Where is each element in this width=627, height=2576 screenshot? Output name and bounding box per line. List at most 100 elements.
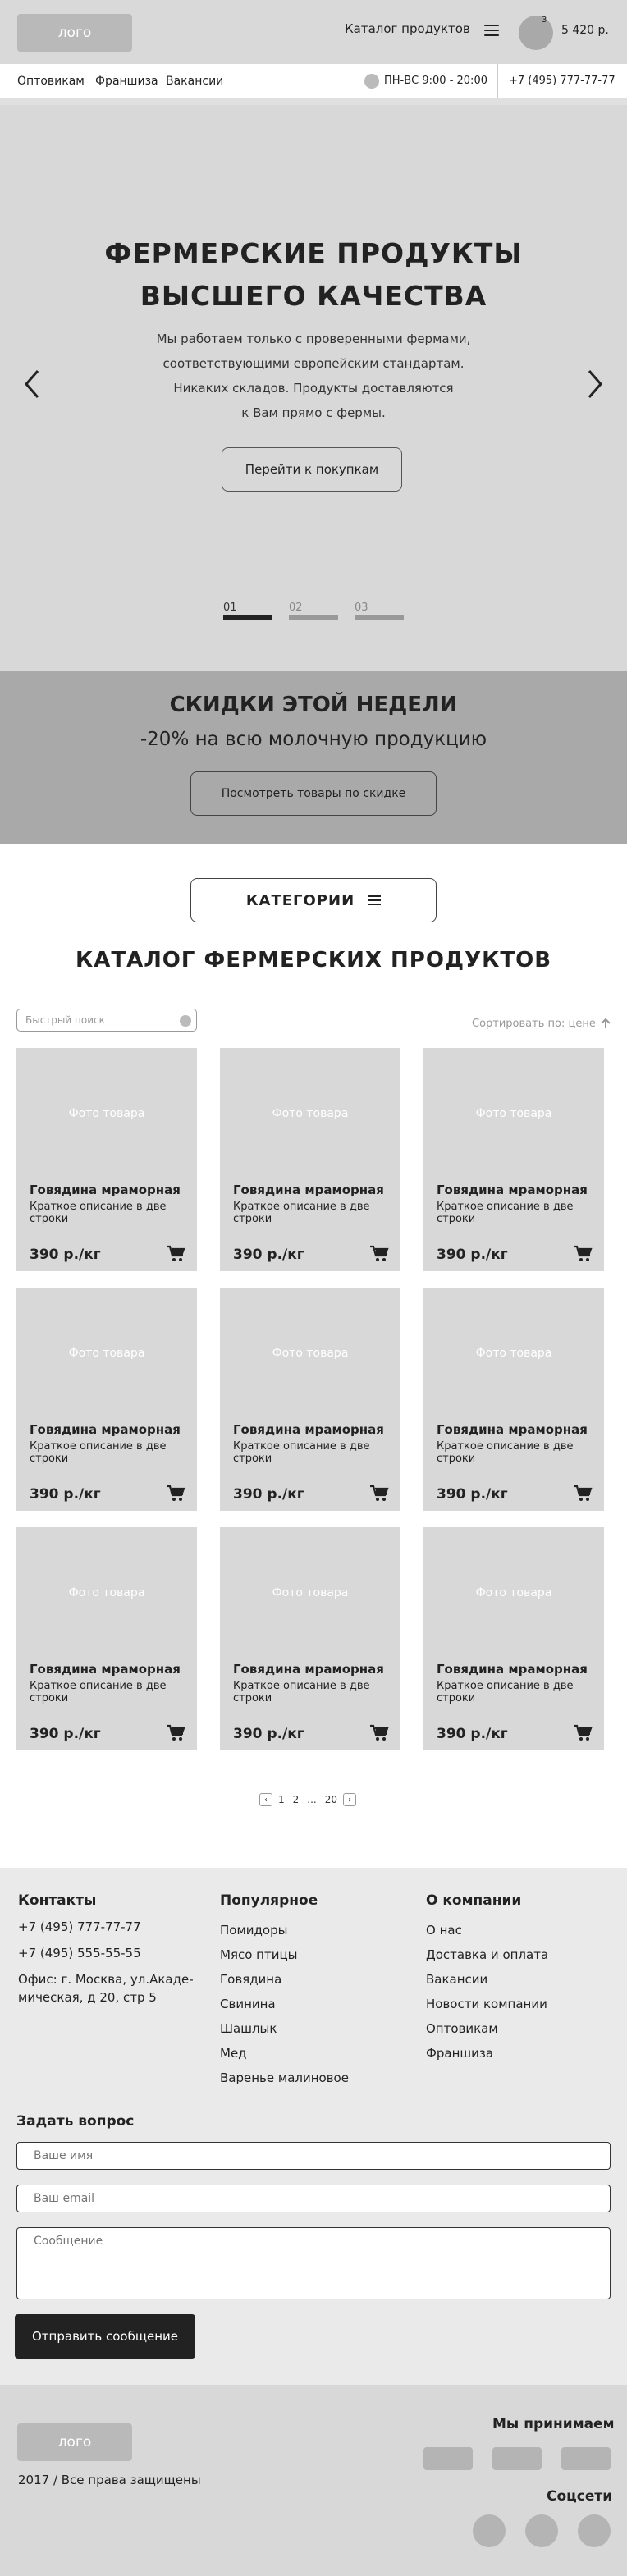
product-card[interactable]: Фото товара Говядина мраморная Краткое опи… — [220, 1048, 400, 1271]
company-link[interactable]: Новости компании — [426, 1996, 547, 2012]
categories-button[interactable]: КАТЕГОРИИ — [190, 878, 437, 922]
social-icon[interactable] — [578, 2514, 611, 2547]
product-name[interactable]: Говядина мраморная — [233, 1662, 384, 1677]
slide-number: 02 — [289, 602, 303, 614]
product-price: 390 р./кг — [233, 1247, 304, 1263]
arrow-up-icon[interactable] — [601, 1018, 611, 1029]
shop-now-button[interactable]: Перейти к покупкам — [222, 447, 402, 492]
product-card[interactable]: Фото товара Говядина мраморная Краткое опи… — [220, 1288, 400, 1511]
chevron-left-icon[interactable] — [20, 368, 44, 400]
product-name[interactable]: Говядина мраморная — [30, 1183, 181, 1197]
company-link[interactable]: Вакансии — [426, 1971, 487, 1988]
product-photo[interactable]: Фото товара — [220, 1527, 400, 1659]
chevron-right-icon[interactable] — [583, 368, 607, 400]
product-photo[interactable]: Фото товара — [220, 1048, 400, 1179]
categories-label: КАТЕГОРИИ — [245, 891, 355, 909]
product-name[interactable]: Говядина мраморная — [233, 1422, 384, 1437]
menu-icon — [368, 893, 382, 908]
add-to-cart-icon[interactable] — [369, 1724, 389, 1742]
name-field[interactable] — [16, 2142, 611, 2170]
popular-link[interactable]: Мясо птицы — [220, 1947, 298, 1963]
add-to-cart-icon[interactable] — [573, 1245, 593, 1263]
contact-phone[interactable]: +7 (495) 777-77-77 — [18, 1919, 141, 1935]
product-photo[interactable]: Фото товара — [423, 1288, 604, 1419]
product-name[interactable]: Говядина мраморная — [233, 1183, 384, 1197]
add-to-cart-icon[interactable] — [166, 1245, 185, 1263]
catalog-title: КАТАЛОГ ФЕРМЕРСКИХ ПРОДУКТОВ — [75, 948, 552, 972]
social-icon[interactable] — [525, 2514, 558, 2547]
product-info: Говядина мраморная Краткое описание в две… — [16, 1659, 197, 1750]
add-to-cart-icon[interactable] — [573, 1485, 593, 1503]
email-field[interactable] — [16, 2185, 611, 2212]
message-field[interactable] — [16, 2227, 611, 2299]
popular-link[interactable]: Варенье малиновое — [220, 2070, 349, 2086]
product-card[interactable]: Фото товара Говядина мраморная Краткое опи… — [423, 1527, 604, 1750]
product-name[interactable]: Говядина мраморная — [437, 1422, 588, 1437]
add-to-cart-icon[interactable] — [369, 1245, 389, 1263]
product-photo[interactable]: Фото товара — [423, 1527, 604, 1659]
company-link[interactable]: О нас — [426, 1922, 462, 1938]
hero-text: Мы работаем только с проверенными фермам… — [0, 327, 627, 425]
nav-link-franchise[interactable]: Франшиза — [95, 75, 158, 88]
catalog-link[interactable]: Каталог продуктов — [345, 21, 470, 36]
popular-link[interactable]: Помидоры — [220, 1922, 287, 1938]
popular-link[interactable]: Говядина — [220, 1971, 281, 1988]
add-to-cart-icon[interactable] — [166, 1485, 185, 1503]
product-photo[interactable]: Фото товара — [16, 1527, 197, 1659]
menu-icon[interactable] — [484, 25, 499, 36]
phone-link[interactable]: +7 (495) 777-77-77 — [509, 75, 616, 87]
product-name[interactable]: Говядина мраморная — [30, 1662, 181, 1677]
slide-indicator-2[interactable]: 02 — [289, 602, 338, 620]
product-name[interactable]: Говядина мраморная — [30, 1422, 181, 1437]
product-photo[interactable]: Фото товара — [423, 1048, 604, 1179]
slide-indicator-1[interactable]: 01 — [223, 602, 272, 620]
product-photo[interactable]: Фото товара — [16, 1288, 197, 1419]
payment-method-icon — [423, 2447, 473, 2470]
product-photo[interactable]: Фото товара — [220, 1288, 400, 1419]
product-description: Краткое описание в две строки — [437, 1440, 574, 1465]
product-photo[interactable]: Фото товара — [16, 1048, 197, 1179]
company-link[interactable]: Франшиза — [426, 2045, 493, 2061]
nav-link-wholesale[interactable]: Оптовикам — [17, 75, 85, 88]
product-name[interactable]: Говядина мраморная — [437, 1183, 588, 1197]
header: лого Каталог продуктов 3 5 420 р. — [0, 0, 627, 64]
product-price: 390 р./кг — [30, 1726, 101, 1742]
company-link[interactable]: Оптовикам — [426, 2020, 498, 2037]
popular-link[interactable]: Шашлык — [220, 2020, 277, 2037]
page-link[interactable]: 2 — [291, 1794, 302, 1805]
company-link[interactable]: Доставка и оплата — [426, 1947, 548, 1963]
product-card[interactable]: Фото товара Говядина мраморная Краткое опи… — [16, 1288, 197, 1511]
company-title: О компании — [426, 1892, 522, 1909]
page-link[interactable]: 1 — [276, 1794, 287, 1805]
product-card[interactable]: Фото товара Говядина мраморная Краткое опи… — [16, 1048, 197, 1271]
social-title: Соцсети — [547, 2488, 613, 2505]
search-input[interactable] — [25, 1013, 165, 1027]
product-card[interactable]: Фото товара Говядина мраморная Краткое опи… — [423, 1048, 604, 1271]
add-to-cart-icon[interactable] — [166, 1724, 185, 1742]
page-link[interactable]: 20 — [323, 1794, 340, 1805]
nav-link-vacancies[interactable]: Вакансии — [166, 75, 223, 88]
view-discounts-button[interactable]: Посмотреть товары по скидке — [190, 771, 437, 816]
chevron-right-icon[interactable]: › — [343, 1793, 357, 1806]
working-hours: ПН-ВС 9:00 - 20:00 — [384, 75, 487, 87]
product-name[interactable]: Говядина мраморная — [437, 1662, 588, 1677]
product-card[interactable]: Фото товара Говядина мраморная Краткое опи… — [16, 1527, 197, 1750]
social-icon[interactable] — [473, 2514, 506, 2547]
logo[interactable]: лого — [17, 2423, 132, 2461]
cart-icon[interactable] — [519, 16, 553, 50]
logo[interactable]: лого — [17, 14, 132, 52]
sort-control[interactable]: Сортировать по: цене — [472, 1018, 596, 1030]
send-message-button[interactable]: Отправить сообщение — [15, 2314, 195, 2359]
add-to-cart-icon[interactable] — [369, 1485, 389, 1503]
product-card[interactable]: Фото товара Говядина мраморная Краткое опи… — [220, 1527, 400, 1750]
chevron-left-icon[interactable]: ‹ — [259, 1793, 272, 1806]
add-to-cart-icon[interactable] — [573, 1724, 593, 1742]
hero-text-line: Мы работаем только с проверенными фермам… — [156, 332, 471, 346]
slide-indicator-3[interactable]: 03 — [355, 602, 404, 620]
popular-link[interactable]: Мед — [220, 2045, 247, 2061]
popular-link[interactable]: Свинина — [220, 1996, 276, 2012]
search-icon[interactable] — [180, 1015, 191, 1027]
contact-phone[interactable]: +7 (495) 555-55-55 — [18, 1945, 141, 1961]
copyright: 2017 / Все права защищены — [18, 2473, 201, 2487]
product-card[interactable]: Фото товара Говядина мраморная Краткое опи… — [423, 1288, 604, 1511]
